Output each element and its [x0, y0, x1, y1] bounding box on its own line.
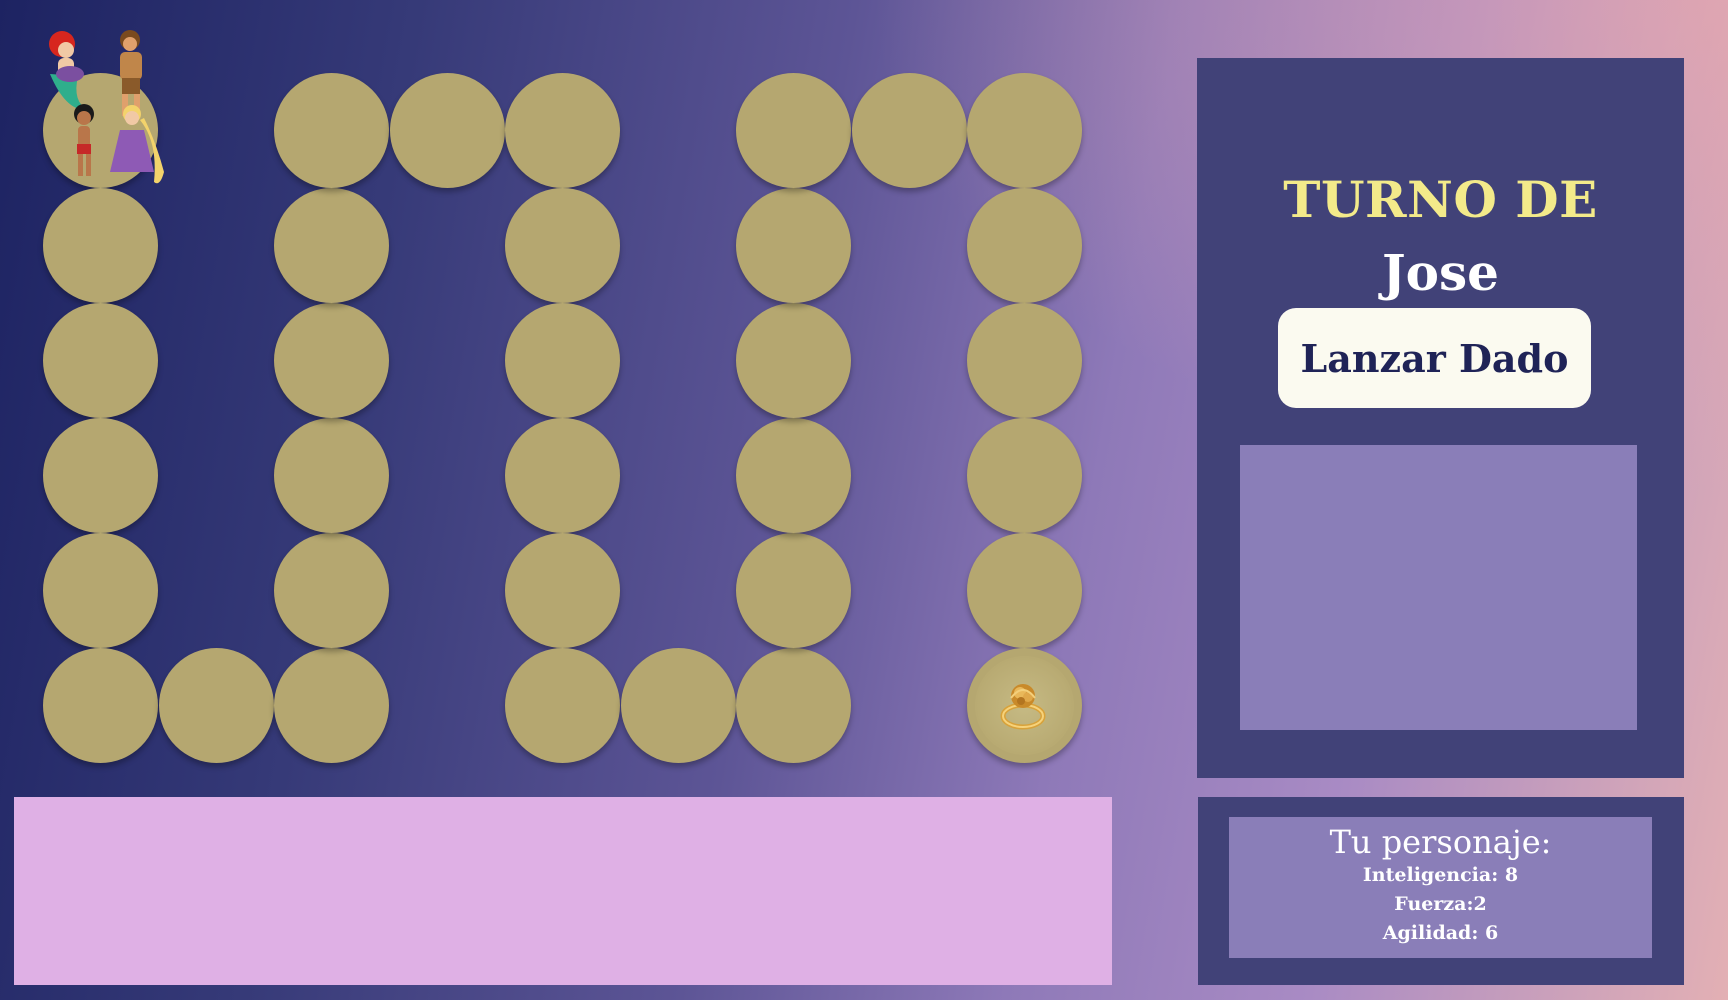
current-player-name: Jose [1382, 243, 1499, 302]
board-cell[interactable] [967, 303, 1082, 418]
board-cell[interactable] [274, 648, 389, 763]
board-cell[interactable] [274, 303, 389, 418]
board-cell[interactable] [505, 73, 620, 188]
characters-group-icon [49, 30, 164, 184]
dice-result-area [1240, 445, 1637, 730]
stat-strength: Fuerza:2 [1394, 893, 1487, 915]
board-cell[interactable] [736, 73, 851, 188]
character-card: Tu personaje: Inteligencia: 8 Fuerza:2 A… [1229, 817, 1652, 958]
board-cell[interactable] [43, 303, 158, 418]
board-cell[interactable] [967, 73, 1082, 188]
board-cell[interactable] [505, 533, 620, 648]
board-cell[interactable] [967, 418, 1082, 533]
stat-intelligence: Inteligencia: 8 [1362, 864, 1519, 886]
board-cell[interactable] [43, 418, 158, 533]
board-cell[interactable] [621, 648, 736, 763]
message-area [14, 797, 1112, 985]
board-cell[interactable] [43, 648, 158, 763]
character-panel: Tu personaje: Inteligencia: 8 Fuerza:2 A… [1198, 797, 1684, 985]
board-cell[interactable] [274, 418, 389, 533]
board-cell[interactable] [967, 533, 1082, 648]
board-cell[interactable] [736, 533, 851, 648]
board-cell[interactable] [736, 418, 851, 533]
board-cell[interactable] [159, 648, 274, 763]
board-cell[interactable] [736, 303, 851, 418]
roll-dice-button[interactable]: Lanzar Dado [1278, 308, 1591, 408]
board-cell[interactable] [43, 533, 158, 648]
board-cell[interactable] [390, 73, 505, 188]
board-cell[interactable] [274, 188, 389, 303]
board-cell[interactable] [736, 648, 851, 763]
board-cell[interactable] [505, 418, 620, 533]
board-cell[interactable] [852, 73, 967, 188]
board-cell[interactable] [274, 73, 389, 188]
board-cell[interactable] [505, 188, 620, 303]
board-cell[interactable] [967, 188, 1082, 303]
board-cell[interactable] [274, 533, 389, 648]
stat-agility: Agilidad: 6 [1382, 922, 1499, 944]
golden-ring-icon [1000, 683, 1045, 729]
character-title: Tu personaje: [1329, 823, 1552, 861]
board-cell-goal[interactable] [967, 648, 1082, 763]
board-cell[interactable] [505, 303, 620, 418]
turn-panel: TURNO DE Jose Lanzar Dado [1197, 58, 1684, 778]
turn-label: TURNO DE [1283, 170, 1598, 229]
board-cell[interactable] [736, 188, 851, 303]
board-cell[interactable] [43, 188, 158, 303]
board-cell[interactable] [505, 648, 620, 763]
